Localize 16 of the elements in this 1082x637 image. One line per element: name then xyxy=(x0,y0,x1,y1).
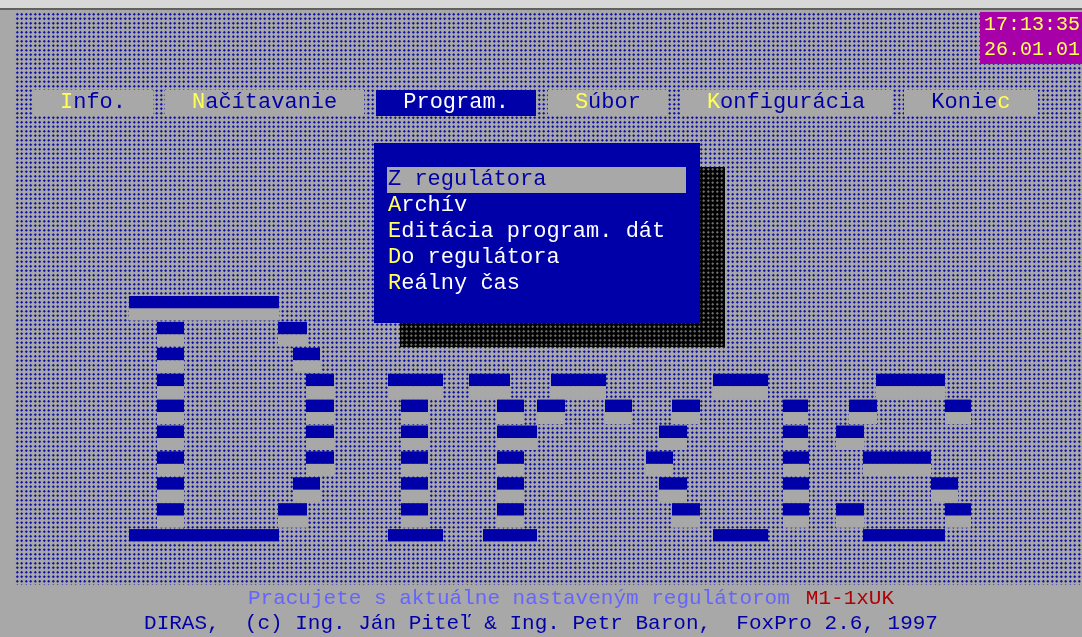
menu-item[interactable]: Konfigurácia xyxy=(679,90,893,116)
clock-time: 17:13:35 xyxy=(984,12,1080,37)
clock-date: 26.01.01 xyxy=(984,37,1080,62)
credits-text: DIRAS, (c) Ing. Ján Piteľ & Ing. Petr Baron, FoxPro 2.6, 1997 xyxy=(144,611,938,636)
menu-item[interactable]: Info. xyxy=(33,90,153,116)
dropdown-item[interactable]: Z regulátora xyxy=(387,167,686,193)
menu-item[interactable]: Načítavanie xyxy=(165,90,365,116)
dropdown-item[interactable]: Reálny čas xyxy=(387,271,686,297)
dropdown-item[interactable]: Do regulátora xyxy=(387,245,686,271)
dropdown-item[interactable]: Archív xyxy=(387,193,686,219)
menu-item[interactable]: Program. xyxy=(376,90,536,116)
dropdown-item[interactable]: Editácia program. dát xyxy=(387,219,686,245)
status-message: Pracujete s aktuálne nastaveným regulátorom xyxy=(247,586,790,611)
menu-item[interactable]: Koniec xyxy=(904,90,1038,116)
regulator-name: M1-1xUK xyxy=(805,586,895,611)
menu-item[interactable]: Súbor xyxy=(547,90,668,116)
